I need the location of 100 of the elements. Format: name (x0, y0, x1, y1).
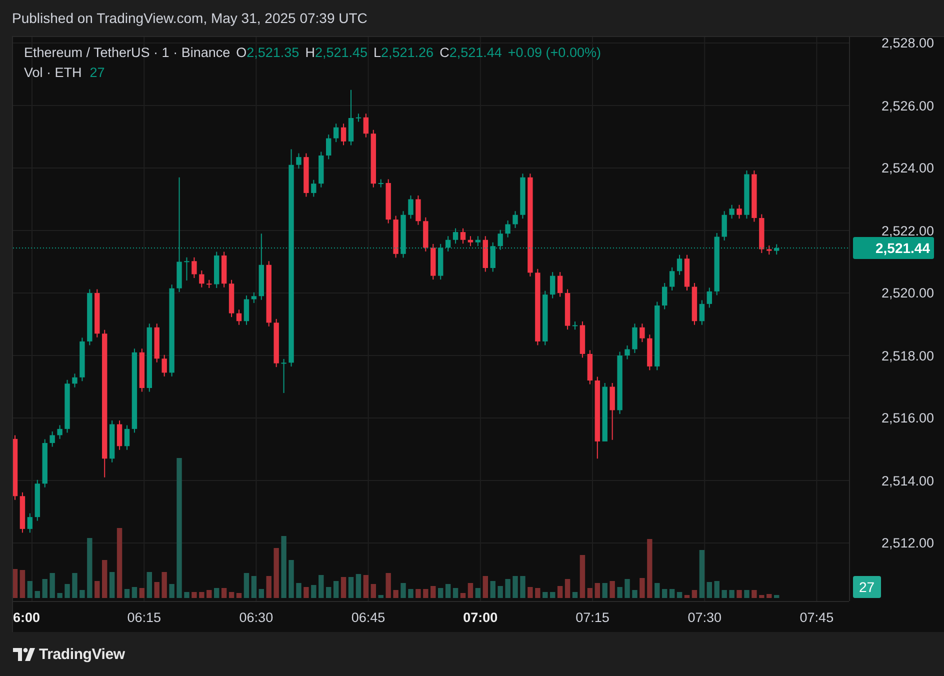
volume-bar (236, 593, 242, 598)
time-label: 07:15 (576, 610, 610, 625)
volume-bar (729, 590, 734, 598)
volume-bar (632, 590, 638, 598)
candle (520, 173, 526, 220)
volume-bar (154, 582, 160, 598)
candle (774, 244, 780, 256)
candle (251, 292, 257, 304)
volume-value: 27 (90, 65, 105, 80)
volume-bar (146, 572, 152, 598)
volume-bar (296, 583, 302, 598)
candle (378, 178, 384, 188)
volume-bar (505, 579, 510, 598)
candle (759, 214, 764, 254)
price-tick-label: 2,516.00 (881, 410, 934, 426)
volume-bar (274, 548, 279, 598)
ohlc-reading: H2,521.45 (305, 45, 368, 60)
volume-bar (184, 592, 190, 598)
candle (64, 379, 70, 434)
candle (624, 345, 630, 360)
volume-bar (542, 592, 548, 598)
candle (676, 254, 682, 276)
volume-bar (333, 581, 339, 598)
candle (669, 266, 675, 291)
volume-bar (214, 588, 220, 598)
candle (542, 290, 548, 346)
volume-bar (311, 585, 316, 598)
volume-bar (752, 590, 757, 598)
candle (13, 434, 18, 500)
ohlc-reading: C2,521.44 (440, 45, 502, 60)
candle (468, 236, 474, 247)
price-tick-label: 2,524.00 (881, 160, 934, 176)
candle (199, 270, 204, 288)
volume-bar (557, 586, 563, 598)
volume-bar (72, 573, 78, 598)
volume-bar (199, 592, 204, 598)
volume-bar (116, 528, 122, 598)
volume-label: Vol · ETH (24, 65, 82, 80)
published-caption: Published on TradingView.com, May 31, 2025 07:39 UTC (12, 10, 368, 26)
candle (87, 288, 92, 346)
volume-bar (206, 590, 212, 598)
volume-bar (356, 574, 362, 598)
volume-bar (766, 594, 772, 598)
candle (348, 89, 354, 146)
volume-bar (528, 587, 533, 598)
volume-bar (490, 581, 496, 598)
volume-bar (288, 560, 294, 598)
price-tick-label: 2,514.00 (881, 473, 934, 488)
volume-bar (468, 583, 474, 598)
ohlc-reading: L2,521.26 (374, 45, 434, 60)
volume-bar (602, 583, 608, 598)
volume-bar (57, 593, 62, 598)
candle (729, 204, 734, 220)
candle (438, 243, 444, 280)
volume-bar (706, 582, 712, 598)
candle (654, 301, 660, 371)
volume-bar (438, 588, 444, 598)
candle (72, 373, 78, 388)
candle (318, 151, 324, 188)
candle (281, 358, 286, 394)
volume-bar (624, 579, 630, 598)
candle (356, 113, 362, 122)
volume-bar (572, 592, 578, 598)
volume-bar (87, 538, 92, 598)
candle (42, 438, 48, 488)
candle (505, 220, 510, 238)
volume-bar (445, 584, 451, 598)
time-label: 06:15 (127, 610, 161, 625)
candle (258, 233, 264, 300)
volume-bar (587, 588, 593, 598)
volume-bar (124, 589, 130, 598)
volume-bar (139, 588, 145, 598)
price-tick-label: 2,518.00 (881, 348, 934, 363)
volume-bar (64, 584, 70, 598)
volume-bar (699, 550, 705, 598)
price-tick-label: 2,520.00 (881, 286, 934, 300)
candle (124, 424, 130, 450)
volume-bar (34, 591, 40, 598)
candle (445, 236, 451, 252)
candle (228, 279, 234, 318)
price-tick-label: 2,522.00 (881, 223, 934, 238)
volume-bar (221, 588, 227, 598)
candle (706, 287, 712, 308)
time-label: 07:00 (463, 610, 498, 625)
volume-bar (423, 589, 428, 598)
volume-bar (228, 592, 234, 598)
candle (617, 351, 622, 414)
candle (154, 323, 160, 363)
volume-bar (676, 592, 682, 598)
time-label: 06:45 (351, 610, 386, 625)
volume-bar (640, 578, 645, 598)
volume-bar (94, 581, 100, 598)
candle (452, 228, 458, 244)
candle (640, 323, 645, 343)
candle (766, 245, 772, 256)
candle (699, 300, 705, 326)
candle (647, 334, 652, 371)
candle (430, 243, 436, 280)
volume-bar (132, 587, 138, 598)
candle (146, 323, 152, 392)
